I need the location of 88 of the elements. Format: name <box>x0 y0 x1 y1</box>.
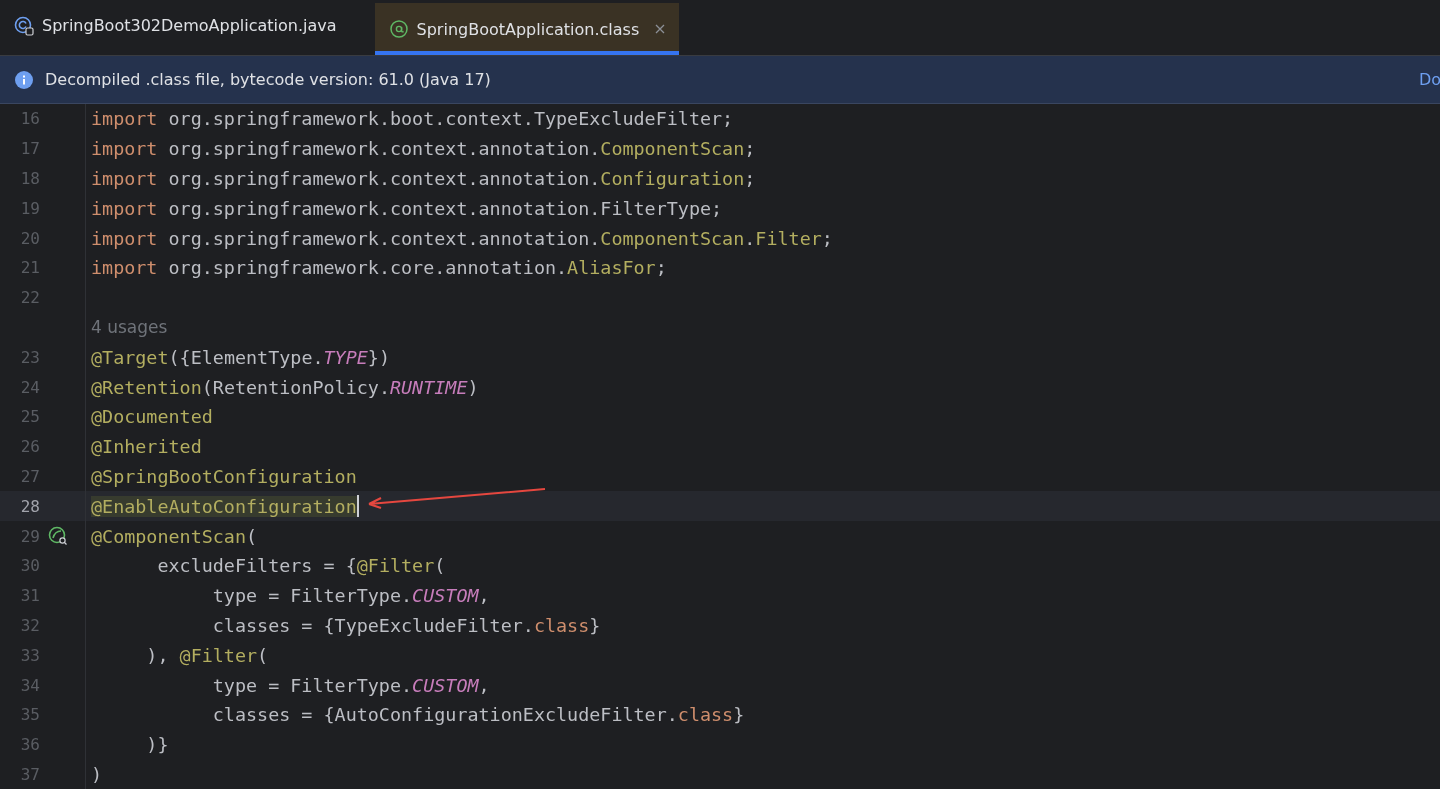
code-text: , <box>478 674 490 696</box>
annotation-text: AliasFor <box>567 257 656 279</box>
code-text: ({ElementType. <box>168 346 324 368</box>
keyword: class <box>533 614 590 636</box>
code-text: } <box>733 704 745 726</box>
constant-text: CUSTOM <box>412 674 479 696</box>
line-number: 36 <box>19 735 40 755</box>
code-text: type = FilterType. <box>211 585 413 607</box>
code-text: org.springframework.context.annotation. <box>167 227 601 249</box>
code-text: org.springframework.context.annotation. <box>167 138 601 160</box>
line-number: 27 <box>19 466 40 486</box>
line-number: 31 <box>19 586 40 606</box>
info-icon <box>15 70 33 89</box>
code-text: (RetentionPolicy. <box>201 376 390 398</box>
code-text: )} <box>145 734 169 756</box>
line-number: 34 <box>19 675 40 695</box>
annotation-text: @ComponentScan <box>91 525 246 547</box>
line-number: 23 <box>19 347 40 367</box>
line-number: 30 <box>19 556 40 576</box>
line-number: 22 <box>19 288 40 308</box>
annotation-text: ComponentScan <box>600 138 745 160</box>
annotation-icon <box>388 19 409 39</box>
constant-text: CUSTOM <box>412 585 479 607</box>
code-text: . <box>744 227 756 249</box>
annotation-text: @SpringBootConfiguration <box>91 465 357 487</box>
bean-search-icon[interactable] <box>48 526 68 547</box>
code-text: classes = {AutoConfigurationExcludeFilter. <box>211 704 678 726</box>
line-number: 19 <box>19 198 40 218</box>
annotation-text: @Retention <box>91 376 202 398</box>
code-text: ; <box>744 168 756 189</box>
keyword: import <box>91 168 158 189</box>
code-text: ) <box>91 763 103 785</box>
editor-tab[interactable]: SpringBoot302DemoApplication.java <box>12 0 343 55</box>
line-number: 32 <box>19 615 40 635</box>
keyword: import <box>91 227 158 249</box>
keyword: import <box>91 257 158 279</box>
code-text: ; <box>821 227 833 249</box>
code-text: org.springframework.core.annotation. <box>167 257 568 279</box>
code-text: ), <box>145 644 170 666</box>
code-text: type = FilterType. <box>211 674 413 696</box>
constant-text: RUNTIME <box>389 376 468 398</box>
code-text: excludeFilters = { <box>156 555 357 577</box>
class-run-icon <box>14 15 34 36</box>
constant-text: TYPE <box>323 346 368 368</box>
code-text: org.springframework.context.annotation.FilterType; <box>167 197 723 219</box>
line-number: 33 <box>19 645 40 665</box>
code-text: ( <box>434 555 446 577</box>
keyword: import <box>91 108 158 130</box>
code-text: ; <box>744 138 756 160</box>
code-text: ( <box>246 525 258 547</box>
highlighted-annotation: @EnableAutoConfiguration <box>91 495 357 517</box>
line-number: 26 <box>19 437 40 457</box>
keyword: import <box>91 138 158 160</box>
line-number: 25 <box>19 407 40 427</box>
annotation-text: @Filter <box>356 555 435 577</box>
line-number: 29 <box>19 526 40 546</box>
banner-message: Decompiled .class file, bytecode version: 61.0 (Java 17) <box>45 70 492 89</box>
code-text: org.springframework.boot.context.TypeExcludeFilter; <box>167 108 734 130</box>
code-text: }) <box>367 346 390 368</box>
code-text: ) <box>467 376 479 398</box>
annotation-text: @Target <box>91 346 169 368</box>
line-number: 35 <box>19 705 40 725</box>
annotation-text: Configuration <box>600 168 745 189</box>
line-number: 17 <box>19 139 40 159</box>
usages-hint: 4 usages <box>91 317 168 338</box>
code-text: classes = {TypeExcludeFilter. <box>211 614 534 636</box>
annotation-text: @Documented <box>91 406 213 428</box>
line-number: 21 <box>19 258 40 278</box>
close-icon[interactable] <box>655 24 666 34</box>
banner-link[interactable]: Do <box>1418 70 1440 89</box>
code-text: org.springframework.context.annotation. <box>167 168 601 189</box>
line-number: 37 <box>19 764 40 784</box>
editor-tab[interactable]: SpringBootApplication.class <box>374 3 680 55</box>
line-number: 20 <box>19 228 40 248</box>
line-number: 18 <box>19 169 40 188</box>
code-text: ( <box>257 644 269 666</box>
annotation-text: @Inherited <box>91 436 202 458</box>
line-number: 28 <box>19 496 40 516</box>
keyword: class <box>677 704 734 726</box>
annotation-text: Filter <box>755 227 822 249</box>
line-number: 24 <box>19 377 40 397</box>
code-text: ; <box>655 257 667 279</box>
annotation-text: ComponentScan <box>600 227 745 249</box>
code-text: } <box>589 614 601 636</box>
keyword: import <box>91 197 158 219</box>
annotation-text: @Filter <box>179 644 258 666</box>
line-number: 16 <box>19 109 40 129</box>
code-text: , <box>478 585 490 607</box>
